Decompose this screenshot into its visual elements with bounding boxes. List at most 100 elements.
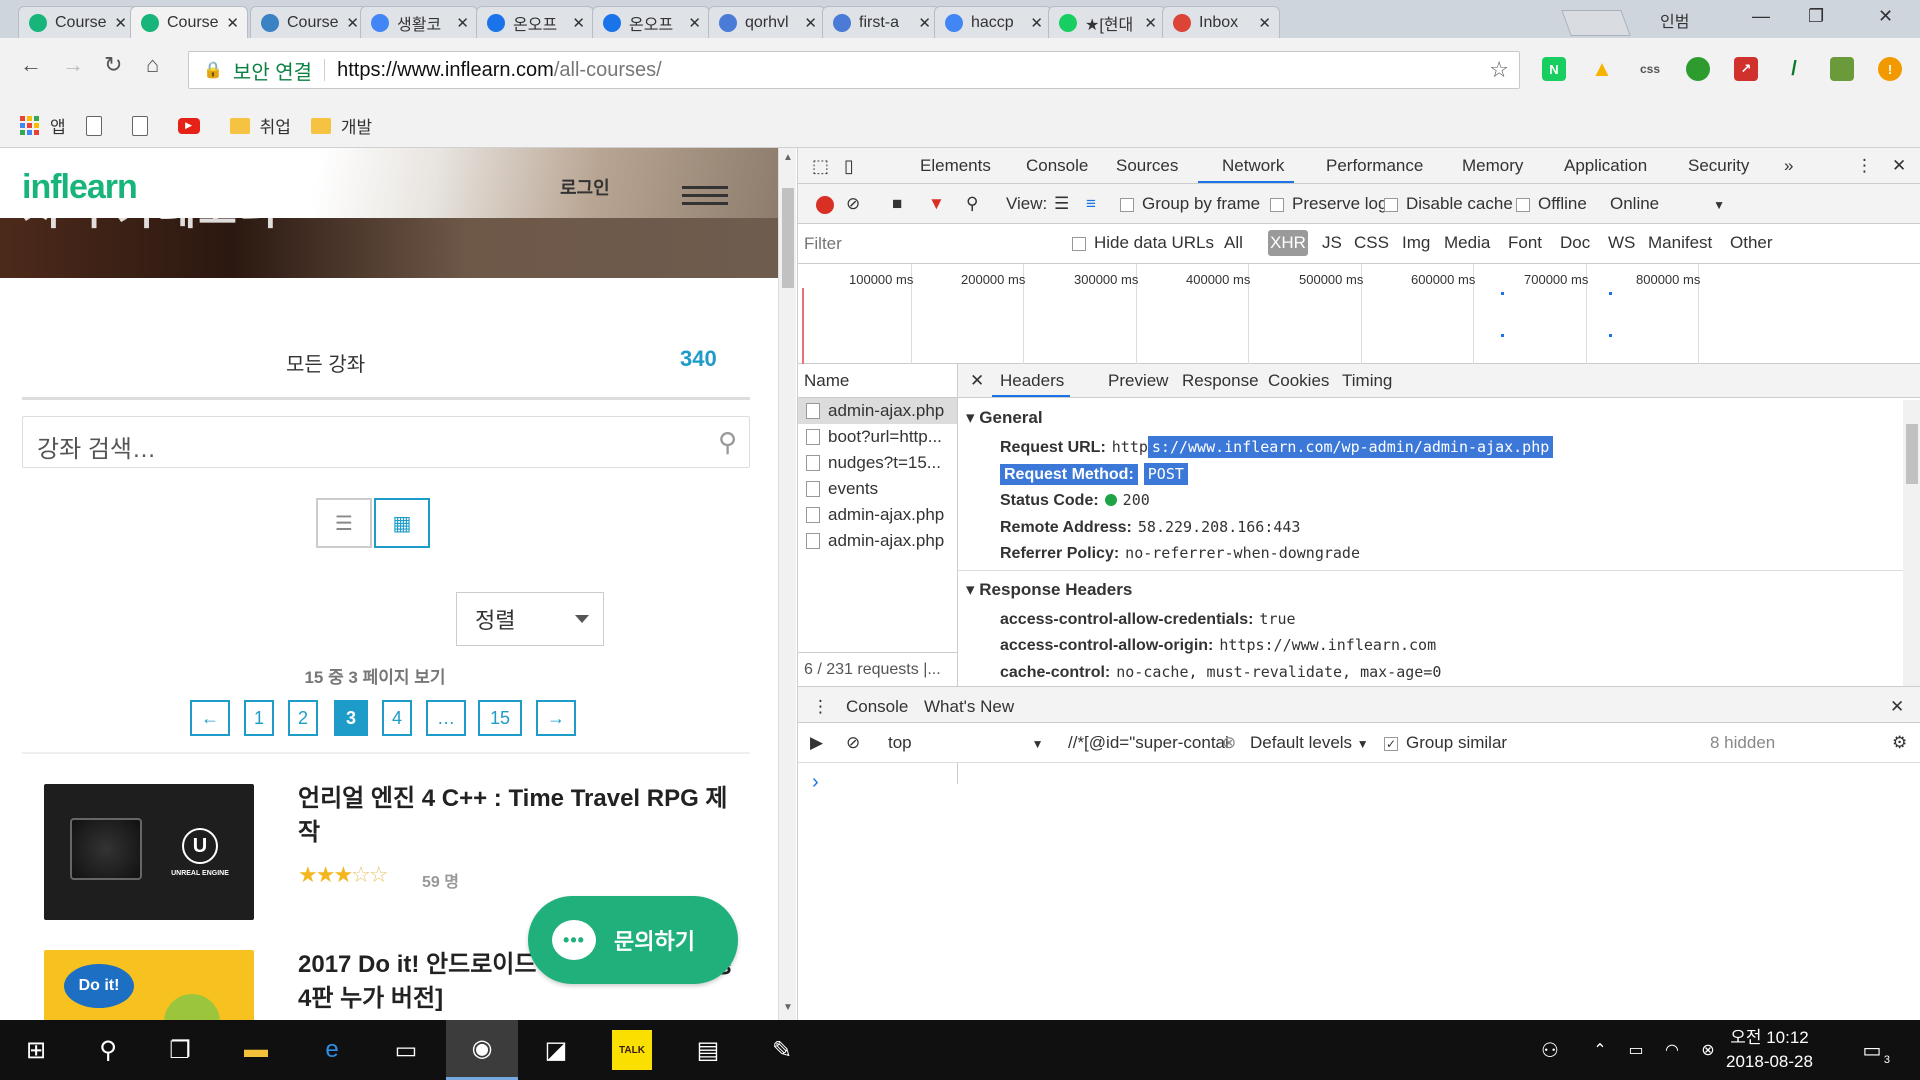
browser-tab[interactable]: 온오프 ✕: [592, 6, 710, 38]
pagination-ellipsis[interactable]: …: [426, 700, 466, 736]
close-tab-icon[interactable]: ✕: [572, 14, 585, 32]
close-drawer-icon[interactable]: ✕: [1890, 697, 1904, 717]
course-thumbnail[interactable]: Do it!: [44, 950, 254, 1020]
close-tab-icon[interactable]: ✕: [226, 14, 239, 32]
clear-console-icon[interactable]: ⊘: [846, 733, 860, 753]
inspect-element-icon[interactable]: ⬚: [812, 156, 829, 177]
tab-network[interactable]: Network: [1222, 156, 1284, 176]
minimize-icon[interactable]: —: [1752, 6, 1770, 27]
search-icon[interactable]: ⚲: [88, 1030, 128, 1070]
filter-css[interactable]: CSS: [1354, 233, 1389, 253]
document-app-icon[interactable]: ▤: [688, 1030, 728, 1070]
internet-explorer-icon[interactable]: e: [312, 1030, 352, 1070]
tab-console[interactable]: Console: [1026, 156, 1088, 176]
task-view-icon[interactable]: ❐: [160, 1030, 200, 1070]
browser-tab[interactable]: haccp ✕: [934, 6, 1052, 38]
forward-icon[interactable]: →: [62, 52, 84, 78]
filter-xhr[interactable]: XHR: [1268, 230, 1308, 256]
bookmark-star-icon[interactable]: ☆: [1489, 57, 1509, 83]
close-detail-icon[interactable]: ✕: [970, 371, 984, 391]
tab-memory[interactable]: Memory: [1462, 156, 1523, 176]
tab-performance[interactable]: Performance: [1326, 156, 1423, 176]
grid-view-button[interactable]: ▦: [374, 498, 430, 548]
course-search-input[interactable]: 강좌 검색… ⚲: [22, 416, 750, 468]
close-tab-icon[interactable]: ✕: [1030, 14, 1043, 32]
close-window-icon[interactable]: ✕: [1878, 6, 1893, 27]
console-filter-input[interactable]: //*[@id="super-contai: [1068, 733, 1236, 753]
filter-other[interactable]: Other: [1730, 233, 1773, 253]
list-view-button[interactable]: ☰: [316, 498, 372, 548]
request-row[interactable]: admin-ajax.php: [798, 528, 957, 554]
network-timeline-overview[interactable]: 100000 ms 200000 ms 300000 ms 400000 ms 5000…: [798, 264, 1920, 364]
filter-input[interactable]: [804, 232, 1050, 256]
more-tabs-icon[interactable]: »: [1784, 156, 1793, 176]
general-section-toggle[interactable]: ▾ General: [966, 408, 1043, 428]
course-thumbnail[interactable]: U UNREAL ENGINE: [44, 784, 254, 920]
tab-preview[interactable]: Preview: [1108, 371, 1168, 391]
large-rows-icon[interactable]: ☰: [1054, 194, 1069, 214]
css-extension-icon[interactable]: css: [1638, 57, 1662, 81]
command-prompt-icon[interactable]: ▭: [386, 1030, 426, 1070]
pagination-page-15[interactable]: 15: [478, 700, 522, 736]
filter-all[interactable]: All: [1224, 233, 1243, 253]
close-tab-icon[interactable]: ✕: [456, 14, 469, 32]
pagination-page-2[interactable]: 2: [288, 700, 318, 736]
drawer-tab-whats-new[interactable]: What's New: [924, 697, 1014, 717]
tab-headers[interactable]: Headers: [1000, 371, 1064, 391]
tab-security[interactable]: Security: [1688, 156, 1749, 176]
capture-screenshots-icon[interactable]: ■: [892, 194, 902, 214]
group-similar-checkbox[interactable]: ✓ Group similar: [1384, 733, 1507, 753]
system-clock[interactable]: 오전 10:12 2018-08-28: [1726, 1026, 1813, 1074]
browser-tab[interactable]: 온오프 ✕: [476, 6, 594, 38]
browser-tab[interactable]: Inbox ✕: [1162, 6, 1280, 38]
close-devtools-icon[interactable]: ✕: [1892, 156, 1906, 176]
close-tab-icon[interactable]: ✕: [804, 14, 817, 32]
request-row[interactable]: admin-ajax.php: [798, 398, 957, 424]
drawer-tab-console[interactable]: Console: [844, 697, 911, 726]
pagination-page-1[interactable]: 1: [244, 700, 274, 736]
tab-cookies[interactable]: Cookies: [1268, 371, 1329, 391]
browser-tab[interactable]: 생활코 ✕: [360, 6, 478, 38]
scroll-down-icon[interactable]: ▼: [783, 1002, 793, 1013]
alert-extension-icon[interactable]: !: [1878, 57, 1902, 81]
tab-timing[interactable]: Timing: [1342, 371, 1392, 391]
notifications-icon[interactable]: ▭ 3: [1852, 1030, 1892, 1070]
chrome-icon[interactable]: ◉: [446, 1020, 518, 1080]
devtools-menu-icon[interactable]: ⋮: [1856, 156, 1873, 176]
scroll-up-icon[interactable]: ▲: [783, 152, 793, 163]
detail-scrollbar[interactable]: [1903, 400, 1920, 686]
waterfall-icon[interactable]: ≡: [1086, 194, 1096, 214]
console-prompt[interactable]: ›: [812, 771, 819, 794]
inquiry-chat-button[interactable]: ••• 문의하기: [528, 896, 738, 984]
bookmark-doc-1[interactable]: [85, 115, 112, 136]
slash-extension-icon[interactable]: /: [1782, 57, 1806, 81]
group-by-frame-checkbox[interactable]: Group by frame: [1120, 194, 1260, 214]
browser-tab[interactable]: first-a ✕: [822, 6, 940, 38]
drawer-menu-icon[interactable]: ⋮: [812, 697, 829, 717]
sidebar-toggle-icon[interactable]: ▶: [810, 733, 823, 753]
bookmark-apps[interactable]: 앱: [20, 113, 66, 138]
puzzle-extension-icon[interactable]: [1830, 57, 1854, 81]
pagination-next[interactable]: →: [536, 700, 576, 736]
people-icon[interactable]: ⚇: [1530, 1030, 1570, 1070]
browser-tab[interactable]: ★[현대 ✕: [1048, 6, 1166, 38]
scrollbar-thumb[interactable]: [782, 188, 794, 288]
back-icon[interactable]: ←: [20, 52, 42, 78]
home-icon[interactable]: ⌂: [146, 52, 159, 78]
preserve-log-checkbox[interactable]: Preserve log: [1270, 194, 1387, 214]
green-circle-extension-icon[interactable]: [1686, 57, 1710, 81]
throttling-select[interactable]: Online ▼: [1610, 194, 1725, 214]
browser-tab[interactable]: Course ✕: [130, 6, 248, 38]
reload-icon[interactable]: ↻: [104, 52, 122, 78]
battery-icon[interactable]: ▭: [1616, 1030, 1656, 1070]
wifi-icon[interactable]: ◠: [1652, 1030, 1692, 1070]
clear-filter-icon[interactable]: ⊗: [1222, 733, 1236, 753]
bookmark-youtube[interactable]: ▶: [177, 117, 210, 134]
filter-doc[interactable]: Doc: [1560, 233, 1590, 253]
filter-icon[interactable]: ▼: [928, 194, 945, 214]
chevron-up-icon[interactable]: ⌃: [1580, 1030, 1620, 1070]
inflearn-logo[interactable]: inflearn: [22, 168, 138, 207]
disable-cache-checkbox[interactable]: Disable cache: [1384, 194, 1513, 214]
scrollbar-thumb[interactable]: [1906, 424, 1918, 484]
filter-img[interactable]: Img: [1402, 233, 1430, 253]
